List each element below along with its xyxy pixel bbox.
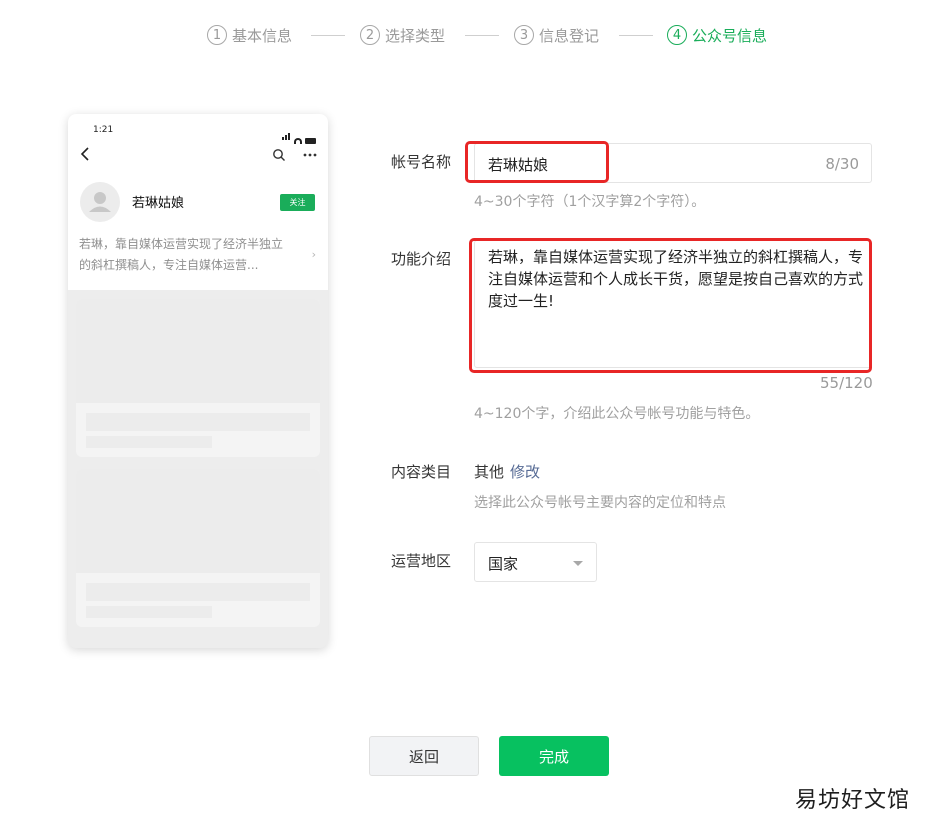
- step-2: 2 选择类型: [360, 22, 445, 48]
- status-icons: [282, 125, 316, 144]
- chevron-right-icon: ›: [311, 248, 316, 261]
- category-hint: 选择此公众号帐号主要内容的定位和特点: [474, 495, 726, 511]
- region-select[interactable]: 国家: [474, 542, 597, 582]
- step-number-3: 3: [514, 25, 534, 45]
- placeholder-line: [86, 436, 212, 448]
- profile-header: 1:21 若琳姑娘 关注 若琳，靠自媒体运营实现了经济半独立 的斜杠撰稿人，专注…: [68, 114, 328, 290]
- avatar: [80, 182, 120, 222]
- account-name: 若琳姑娘: [132, 196, 185, 211]
- wifi-icon: [294, 138, 302, 144]
- placeholder-line: [86, 413, 310, 431]
- account-name-counter: 8/30: [825, 155, 859, 173]
- step-number-2: 2: [360, 25, 380, 45]
- status-time: 1:21: [93, 125, 114, 135]
- step-4: 4 公众号信息: [667, 22, 767, 48]
- placeholder-image: [76, 299, 320, 403]
- placeholder-line: [86, 583, 310, 601]
- back-arrow-icon[interactable]: [78, 146, 94, 162]
- signal-icon: [282, 125, 291, 144]
- account-name-label: 帐号名称: [391, 153, 452, 171]
- article-placeholder: [76, 299, 320, 457]
- highlight-box: [465, 141, 609, 183]
- intro-counter: 55/120: [820, 374, 873, 392]
- step-1: 1 基本信息: [207, 22, 292, 48]
- battery-icon: [305, 138, 316, 144]
- highlight-box: [469, 238, 872, 373]
- more-icon[interactable]: [302, 148, 318, 162]
- step-label-2: 选择类型: [385, 26, 446, 45]
- account-description: 若琳，靠自媒体运营实现了经济半独立 的斜杠撰稿人，专注自媒体运营...: [79, 234, 301, 276]
- follow-button[interactable]: 关注: [280, 194, 315, 211]
- description-line: 若琳，靠自媒体运营实现了经济半独立: [79, 237, 284, 251]
- step-divider: [311, 35, 345, 36]
- step-divider: [619, 35, 653, 36]
- watermark: 易坊好文馆: [795, 788, 911, 813]
- chevron-down-icon: [573, 561, 583, 566]
- done-button[interactable]: 完成: [499, 736, 609, 776]
- category-display: 其他 修改: [474, 461, 540, 482]
- article-placeholder: [76, 469, 320, 627]
- category-value: 其他: [474, 463, 505, 481]
- category-label: 内容类目: [391, 463, 452, 481]
- search-icon[interactable]: [272, 148, 286, 162]
- step-divider: [465, 35, 499, 36]
- step-label-1: 基本信息: [232, 26, 293, 45]
- intro-label: 功能介绍: [391, 250, 452, 268]
- step-3: 3 信息登记: [514, 22, 599, 48]
- placeholder-line: [86, 606, 212, 618]
- step-number-4: 4: [667, 25, 687, 45]
- description-line: 的斜杠撰稿人，专注自媒体运营...: [79, 258, 259, 272]
- step-label-4: 公众号信息: [692, 26, 768, 45]
- user-placeholder-icon: [89, 192, 111, 212]
- region-value: 国家: [488, 555, 519, 573]
- account-name-hint: 4~30个字符（1个汉字算2个字符）。: [474, 194, 706, 210]
- placeholder-image: [76, 469, 320, 573]
- region-label: 运营地区: [391, 552, 452, 570]
- step-number-1: 1: [207, 25, 227, 45]
- phone-preview: 1:21 若琳姑娘 关注 若琳，靠自媒体运营实现了经济半独立 的斜杠撰稿人，专注…: [68, 114, 328, 648]
- category-edit-link[interactable]: 修改: [510, 463, 540, 481]
- step-label-3: 信息登记: [539, 26, 600, 45]
- intro-hint: 4~120个字，介绍此公众号帐号功能与特色。: [474, 406, 760, 422]
- back-button[interactable]: 返回: [369, 736, 479, 776]
- stepper: 1 基本信息 2 选择类型 3 信息登记 4 公众号信息: [0, 22, 941, 48]
